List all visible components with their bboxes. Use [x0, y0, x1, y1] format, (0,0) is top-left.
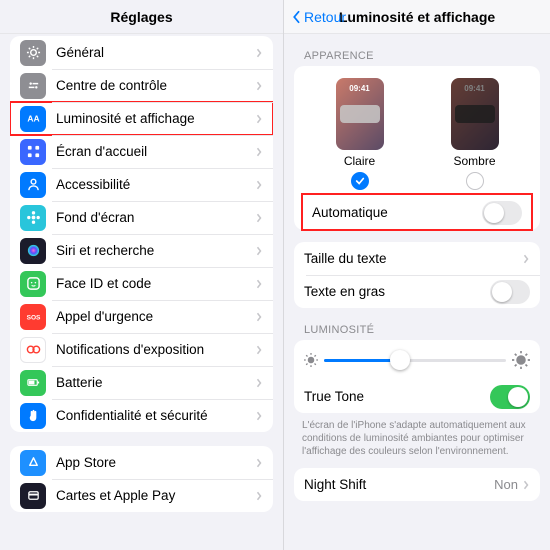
row-label: Cartes et Apple Pay [56, 488, 255, 503]
nightshift-group: Night Shift Non [294, 468, 540, 501]
flower-icon [20, 205, 46, 231]
dark-preview: 09:41 [451, 78, 499, 150]
settings-row-exposure[interactable]: Notifications d'exposition [10, 333, 273, 366]
dark-radio[interactable] [466, 172, 484, 190]
nightshift-value: Non [494, 477, 518, 492]
settings-row-sos[interactable]: SOS Appel d'urgence [10, 300, 273, 333]
text-size-row[interactable]: Taille du texte [294, 242, 540, 275]
left-navbar: Réglages [0, 0, 283, 34]
chevron-right-icon [522, 253, 530, 265]
settings-row-control[interactable]: Centre de contrôle [10, 69, 273, 102]
svg-text:SOS: SOS [26, 314, 40, 321]
truetone-note: L'écran de l'iPhone s'adapte automatique… [284, 413, 550, 462]
chevron-right-icon [255, 113, 263, 125]
settings-row-wallet[interactable]: Cartes et Apple Pay [10, 479, 273, 512]
face-icon [20, 271, 46, 297]
row-label: Fond d'écran [56, 210, 255, 225]
row-label: Appel d'urgence [56, 309, 255, 324]
settings-row-person[interactable]: Accessibilité [10, 168, 273, 201]
appstore-icon [20, 450, 46, 476]
chevron-right-icon [255, 410, 263, 422]
hand-icon [20, 403, 46, 429]
settings-list: Général Centre de contrôle AA Luminosité et… [10, 36, 273, 432]
svg-text:AA: AA [27, 113, 39, 123]
text-group: Taille du texte Texte en gras [294, 242, 540, 308]
back-button[interactable]: Retour [290, 9, 346, 25]
dark-label: Sombre [453, 154, 495, 168]
settings-row-appstore[interactable]: App Store [10, 446, 273, 479]
chevron-right-icon [255, 47, 263, 59]
chevron-right-icon [255, 344, 263, 356]
siri-icon [20, 238, 46, 264]
chevron-right-icon [255, 457, 263, 469]
settings-row-flower[interactable]: Fond d'écran [10, 201, 273, 234]
sun-small-icon [304, 353, 318, 367]
automatic-label: Automatique [312, 205, 482, 220]
chevron-right-icon [255, 377, 263, 389]
chevron-right-icon [255, 212, 263, 224]
person-icon [20, 172, 46, 198]
chevron-right-icon [255, 179, 263, 191]
row-label: Écran d'accueil [56, 144, 255, 159]
settings-row-battery[interactable]: Batterie [10, 366, 273, 399]
settings-row-aa[interactable]: AA Luminosité et affichage [10, 102, 273, 135]
chevron-right-icon [255, 311, 263, 323]
chevron-right-icon [255, 278, 263, 290]
chevron-right-icon [255, 490, 263, 502]
control-icon [20, 73, 46, 99]
settings-row-hand[interactable]: Confidentialité et sécurité [10, 399, 273, 432]
settings-list-store: App Store Cartes et Apple Pay [10, 446, 273, 512]
brightness-slider-row[interactable] [294, 340, 540, 380]
bold-text-row[interactable]: Texte en gras [294, 275, 540, 308]
brightness-group: True Tone [294, 340, 540, 413]
chevron-left-icon [290, 10, 302, 24]
appearance-header: APPARENCE [304, 50, 550, 62]
back-label: Retour [304, 9, 346, 25]
bold-text-toggle[interactable] [490, 280, 530, 304]
wallet-icon [20, 483, 46, 509]
chevron-right-icon [255, 245, 263, 257]
row-label: Luminosité et affichage [56, 111, 255, 126]
appearance-picker: 09:41 Claire 09:41 Sombre Automatique [294, 66, 540, 230]
light-preview: 09:41 [336, 78, 384, 150]
appearance-light[interactable]: 09:41 Claire [320, 78, 400, 190]
brightness-slider[interactable] [324, 350, 506, 370]
gear-icon [20, 40, 46, 66]
row-label: App Store [56, 455, 255, 470]
settings-row-grid[interactable]: Écran d'accueil [10, 135, 273, 168]
aa-icon: AA [20, 106, 46, 132]
settings-row-face[interactable]: Face ID et code [10, 267, 273, 300]
chevron-right-icon [255, 80, 263, 92]
row-label: Confidentialité et sécurité [56, 408, 255, 423]
row-label: Batterie [56, 375, 255, 390]
row-label: Accessibilité [56, 177, 255, 192]
row-label: Centre de contrôle [56, 78, 255, 93]
row-label: Face ID et code [56, 276, 255, 291]
light-radio[interactable] [351, 172, 369, 190]
brightness-header: LUMINOSITÉ [304, 324, 550, 336]
row-label: Siri et recherche [56, 243, 255, 258]
exposure-icon [20, 337, 46, 363]
left-title: Réglages [110, 9, 172, 25]
sos-icon: SOS [20, 304, 46, 330]
settings-row-gear[interactable]: Général [10, 36, 273, 69]
truetone-toggle[interactable] [490, 385, 530, 409]
battery-icon [20, 370, 46, 396]
automatic-row[interactable]: Automatique [302, 194, 532, 230]
truetone-row[interactable]: True Tone [294, 380, 540, 413]
right-navbar: Retour Luminosité et affichage [284, 0, 550, 34]
automatic-toggle[interactable] [482, 201, 522, 225]
sun-large-icon [512, 351, 530, 369]
row-label: Général [56, 45, 255, 60]
appearance-dark[interactable]: 09:41 Sombre [435, 78, 515, 190]
row-label: Notifications d'exposition [56, 342, 255, 357]
nightshift-row[interactable]: Night Shift Non [294, 468, 540, 501]
grid-icon [20, 139, 46, 165]
right-title: Luminosité et affichage [339, 9, 495, 25]
chevron-right-icon [255, 146, 263, 158]
chevron-right-icon [522, 479, 530, 491]
light-label: Claire [344, 154, 375, 168]
settings-row-siri[interactable]: Siri et recherche [10, 234, 273, 267]
